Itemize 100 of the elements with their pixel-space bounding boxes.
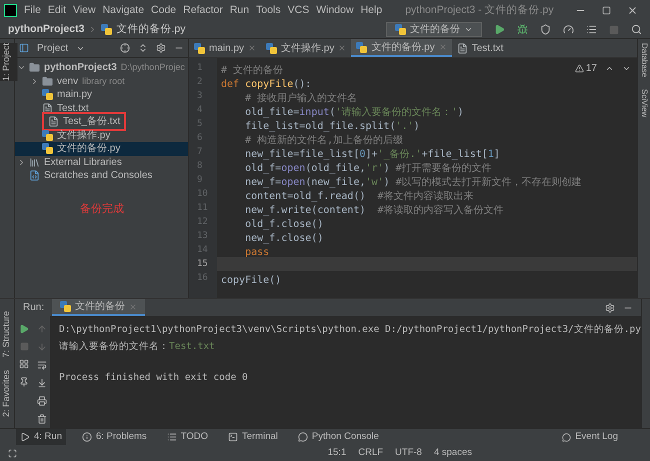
previous-icon[interactable]	[605, 64, 614, 73]
tool-tab[interactable]: TODO	[162, 429, 212, 445]
status-item[interactable]: 15:1	[328, 446, 346, 460]
panel-toggle-icon[interactable]	[8, 448, 17, 458]
menu-item[interactable]: File	[24, 2, 41, 18]
menu-item[interactable]: Code	[151, 2, 176, 18]
scratch-icon	[29, 170, 40, 182]
code-line: # 接收用户输入的文件名	[244, 93, 358, 104]
breadcrumb-item[interactable]: pythonProject3	[8, 22, 84, 38]
tree-item[interactable]: pythonProject3 D:\pythonProjec	[15, 61, 188, 74]
tree-item[interactable]: Scratches and Consoles	[15, 169, 188, 182]
console-line: D:\pythonProject1\pythonProject3\venv\Scripts\python.exe D:/pythonProject1/pythonProject3/文件的备份.py	[59, 324, 641, 335]
breadcrumb-item[interactable]: 文件的备份.py	[116, 22, 186, 38]
search-icon[interactable]	[631, 24, 642, 35]
tree-item-label: Scratches and Consoles	[44, 169, 152, 184]
next-icon[interactable]	[622, 64, 631, 73]
tool-tab[interactable]: Terminal	[224, 429, 282, 445]
settings-icon[interactable]	[604, 302, 615, 312]
run-tab[interactable]: 文件的备份	[52, 299, 146, 316]
code-line: file_list=old_file.split('.')	[244, 121, 420, 132]
tree-item[interactable]: 文件操作.py	[15, 128, 188, 142]
tree-item[interactable]: External Libraries	[15, 156, 188, 169]
tree-item[interactable]: venv library root	[15, 74, 188, 88]
code-line: content=old_f.read() #将文件内容读取出来	[244, 191, 474, 202]
trash-icon[interactable]	[36, 414, 46, 424]
gauge-icon[interactable]	[563, 24, 574, 35]
code-line: # 构造新的文件名,加上备份的后缀	[244, 135, 404, 146]
tree-item[interactable]: 文件的备份.py	[15, 142, 188, 156]
console-line: Process finished with exit code 0	[59, 372, 248, 383]
rerun-icon[interactable]	[19, 324, 29, 334]
tree-item[interactable]: main.py	[15, 88, 188, 102]
code-line: old_f=open(old_file,'r') #打开需要备份的文件	[244, 163, 492, 174]
editor-tab[interactable]: main.py	[189, 39, 262, 57]
shield-icon[interactable]	[540, 24, 551, 35]
library-icon	[29, 156, 40, 168]
menu-item[interactable]: View	[73, 2, 96, 18]
line-number: 15	[196, 258, 209, 271]
scroll-to-end-icon[interactable]	[36, 378, 46, 388]
tree-item-note: D:\pythonProjec	[120, 61, 185, 74]
run-config-dropdown[interactable]: 文件的备份	[386, 22, 482, 37]
tool-window-tab[interactable]: SciView	[636, 89, 650, 118]
menu-item[interactable]: Window	[316, 2, 354, 18]
status-item[interactable]: CRLF	[358, 446, 384, 460]
annotation-text: 备份完成	[80, 202, 125, 216]
tool-window-tab[interactable]: 2: Favorites	[0, 370, 18, 417]
tree-item[interactable]: Test.txt	[15, 102, 188, 115]
settings-icon[interactable]	[156, 43, 166, 53]
menu-item[interactable]: Help	[360, 2, 382, 18]
collapse-icon[interactable]	[30, 76, 39, 86]
editor-tab[interactable]: 文件的备份.py	[351, 39, 452, 57]
inspection-count[interactable]: 17	[574, 61, 597, 76]
code-line: old_f.close()	[244, 219, 324, 230]
tree-item-note: library root	[82, 74, 125, 88]
menu-item[interactable]: Run	[230, 2, 250, 18]
warning-icon	[574, 64, 584, 73]
print-icon[interactable]	[36, 396, 46, 406]
console-line: 请输入要备份的文件名：Test.txt	[59, 341, 215, 352]
status-item[interactable]: UTF-8	[395, 446, 422, 460]
menu-item[interactable]: VCS	[288, 2, 310, 18]
bug-icon[interactable]	[517, 24, 528, 35]
code-line: new_f=open(new_file,'w') #以写的模式去打开新文件，不存在则创建	[244, 177, 582, 188]
locate-icon[interactable]	[120, 43, 130, 53]
code-line: def copyFile():	[221, 79, 312, 90]
status-item[interactable]: 4 spaces	[434, 446, 472, 460]
terminal-icon	[228, 432, 238, 442]
tree-item-label: pythonProject3	[44, 61, 117, 76]
close-icon[interactable]	[627, 5, 638, 16]
folder-icon	[29, 62, 40, 74]
tree-item-label: main.py	[57, 88, 92, 102]
python-file-icon	[395, 24, 406, 35]
list-icon[interactable]	[586, 24, 597, 35]
tool-tab[interactable]: 4: Run	[16, 429, 66, 445]
python-file-icon	[42, 130, 53, 141]
run-icon[interactable]	[494, 24, 505, 35]
window-title: pythonProject3 - 文件的备份.py	[405, 2, 554, 18]
tool-tab[interactable]: 6: Problems	[78, 429, 151, 445]
collapse-icon[interactable]	[17, 158, 26, 167]
panel-icon	[19, 43, 29, 53]
soft-wrap-icon[interactable]	[36, 360, 46, 370]
panel-title: Run:	[23, 301, 44, 315]
tool-window-tab[interactable]: 7: Structure	[0, 311, 18, 358]
python-file-icon	[356, 42, 368, 52]
layout-icon[interactable]	[19, 359, 29, 369]
menu-item[interactable]: Navigate	[102, 2, 144, 18]
editor-tab[interactable]: 文件操作.py	[261, 39, 352, 57]
python-file-icon	[266, 42, 278, 54]
menu-item[interactable]: Edit	[48, 2, 66, 18]
pin-icon[interactable]	[19, 377, 29, 387]
collapse-all-icon[interactable]	[138, 43, 148, 53]
tool-window-tab[interactable]: Database	[636, 43, 650, 78]
event-log-button[interactable]: Event Log	[562, 430, 634, 444]
maximize-icon[interactable]	[602, 6, 611, 15]
menu-item[interactable]: Tools	[256, 2, 281, 18]
editor-tab[interactable]: Test.txt	[452, 39, 508, 57]
tool-window-tab[interactable]: 1: Project	[0, 43, 18, 82]
menu-item[interactable]: Refactor	[183, 2, 223, 18]
tool-tab[interactable]: Python Console	[294, 429, 383, 445]
text-file-icon	[48, 116, 59, 128]
panel-title[interactable]: Project	[37, 40, 68, 56]
tree-item-label: External Libraries	[44, 156, 122, 170]
